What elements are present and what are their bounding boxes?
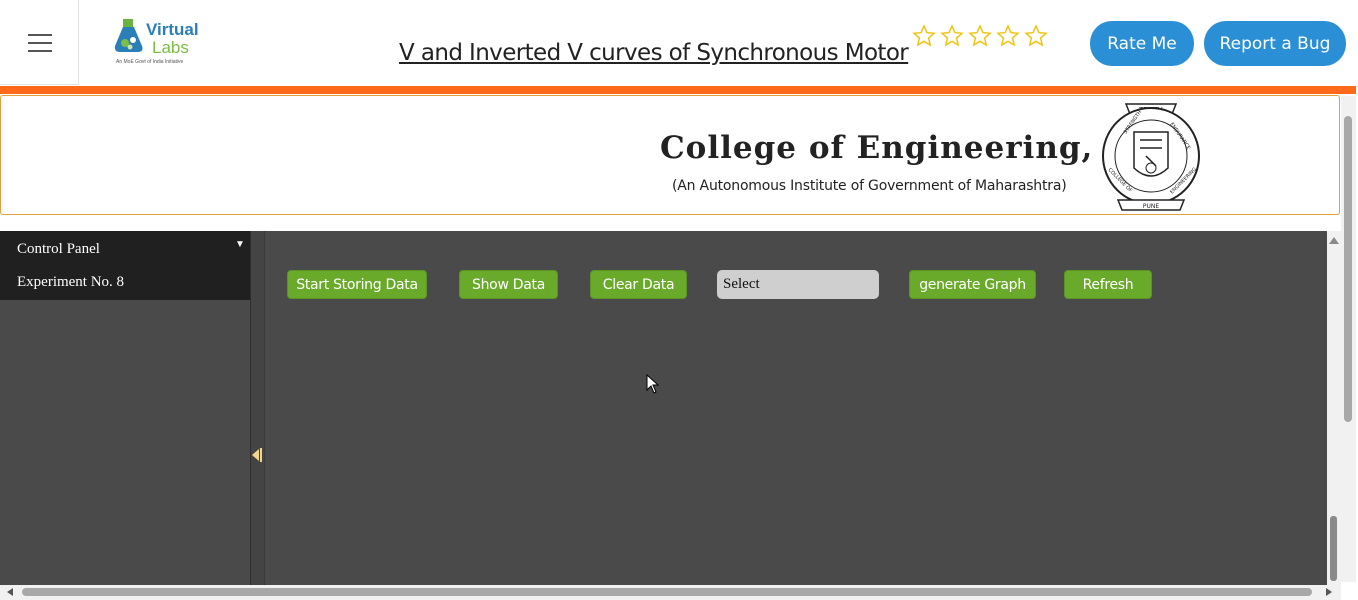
control-panel-header: Control Panel ▼ Experiment No. 8 <box>0 231 250 300</box>
menu-line <box>28 42 52 44</box>
refresh-button[interactable]: Refresh <box>1064 270 1152 299</box>
start-storing-data-button[interactable]: Start Storing Data <box>287 270 427 299</box>
emblem-text-pune: PUNE <box>1143 203 1159 210</box>
control-panel-title[interactable]: Control Panel <box>17 241 100 258</box>
star-icon[interactable] <box>912 24 936 48</box>
rate-me-button[interactable]: Rate Me <box>1090 21 1194 66</box>
orange-divider <box>0 86 1356 94</box>
star-icon[interactable] <box>940 24 964 48</box>
virtual-labs-logo[interactable]: Virtual Labs An MoE Govt of India Initia… <box>108 14 204 70</box>
simulation-vertical-scrollbar[interactable] <box>1327 231 1341 585</box>
page-vertical-scrollbar[interactable] <box>1341 96 1356 582</box>
logo-text-labs: Labs <box>152 38 189 57</box>
show-data-button[interactable]: Show Data <box>459 270 558 299</box>
mouse-cursor-icon <box>646 374 660 394</box>
star-icon[interactable] <box>996 24 1020 48</box>
college-subtitle: (An Autonomous Institute of Government o… <box>672 178 1067 194</box>
scrollbar-thumb[interactable] <box>1344 116 1352 422</box>
scroll-right-arrow-icon[interactable] <box>1326 588 1332 596</box>
generate-graph-button[interactable]: generate Graph <box>909 270 1036 299</box>
logo-tagline: An MoE Govt of India Initiative <box>116 59 184 65</box>
star-icon[interactable] <box>968 24 992 48</box>
dropdown-arrow-icon[interactable]: ▼ <box>235 239 245 250</box>
select-dropdown[interactable]: Select <box>717 270 879 299</box>
hamburger-menu-button[interactable] <box>0 0 79 85</box>
menu-line <box>28 34 52 36</box>
star-icon[interactable] <box>1024 24 1048 48</box>
page-title[interactable]: V and Inverted V curves of Synchronous M… <box>399 40 909 66</box>
horizontal-scrollbar[interactable] <box>0 585 1341 600</box>
clear-data-button[interactable]: Clear Data <box>590 270 687 299</box>
report-bug-button[interactable]: Report a Bug <box>1204 21 1346 66</box>
collapse-panel-icon[interactable] <box>251 446 263 464</box>
scroll-up-arrow-icon[interactable] <box>1329 237 1339 244</box>
scroll-left-arrow-icon[interactable] <box>7 588 13 596</box>
control-panel: Control Panel ▼ Experiment No. 8 <box>0 231 251 585</box>
rating-stars[interactable] <box>912 24 1048 48</box>
menu-line <box>28 50 52 52</box>
flask-icon <box>114 19 143 52</box>
top-header: Virtual Labs An MoE Govt of India Initia… <box>0 0 1358 86</box>
scrollbar-thumb[interactable] <box>1330 516 1337 581</box>
panel-splitter[interactable] <box>251 231 265 585</box>
experiment-label: Experiment No. 8 <box>17 274 125 290</box>
college-emblem-icon: TRUTH STRENGTH ENDURANCE COLLEGE OF ENGI… <box>1102 103 1200 211</box>
logo-text-virtual: Virtual <box>146 20 199 39</box>
scrollbar-thumb[interactable] <box>22 588 1312 596</box>
